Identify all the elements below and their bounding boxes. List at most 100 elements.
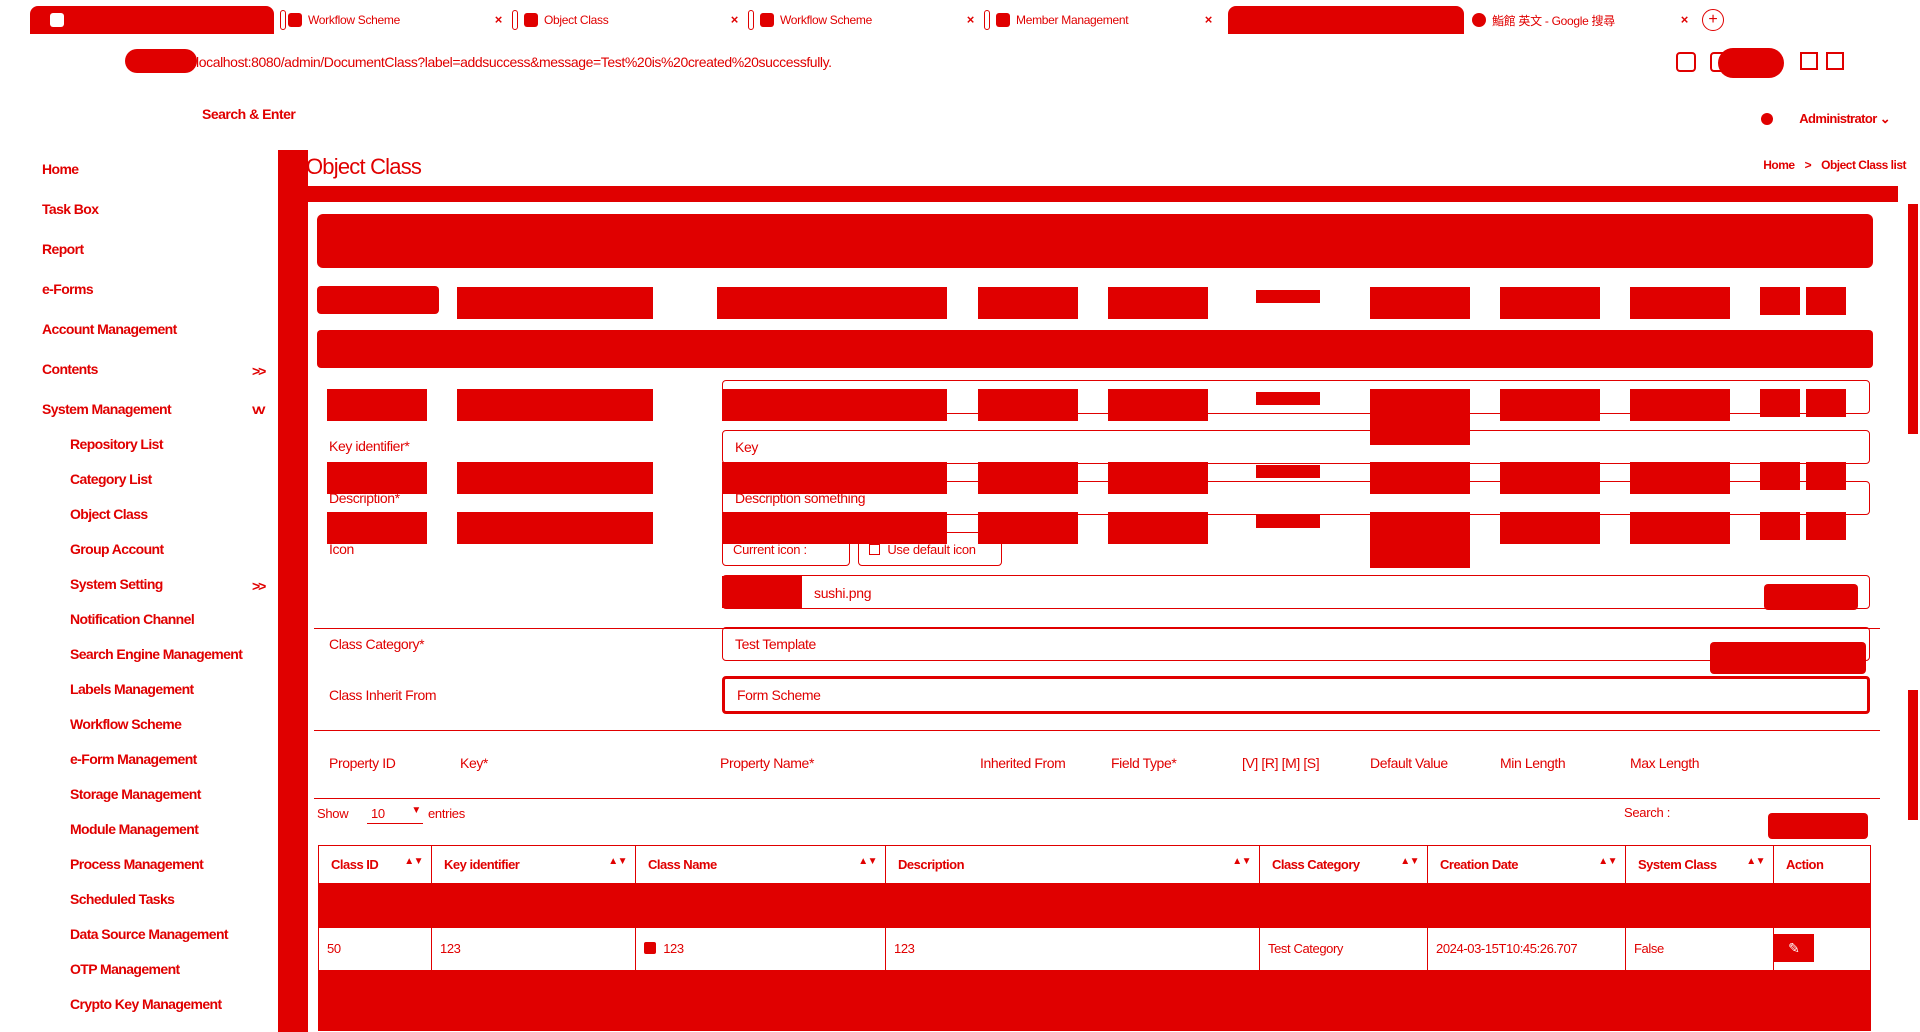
sidebar-item-system-management[interactable]: System Management (42, 401, 172, 417)
sidebar-subitem-workflow-scheme[interactable]: Workflow Scheme (70, 716, 182, 732)
edit-button[interactable]: ✎ (1774, 934, 1814, 962)
cell-class-id: 50 (327, 941, 341, 956)
browser-tab[interactable]: Object Class × (524, 6, 744, 34)
table-header: Class ID ▲▼ Key identifier ▲▼ Class Name ▲▼… (319, 846, 1870, 884)
sidebar-subitem-scheduled-tasks[interactable]: Scheduled Tasks (70, 891, 175, 907)
sidebar-subitem-group-account[interactable]: Group Account (70, 541, 164, 557)
table-row[interactable]: 50 123 123 123 Test Category 2024-03-15T… (319, 928, 1870, 970)
browser-tab[interactable] (30, 6, 274, 34)
cell-system-class: False (1625, 928, 1773, 970)
use-default-icon-option[interactable]: Use default icon (858, 532, 1002, 566)
chevron-right-icon[interactable]: >> (252, 578, 266, 594)
sidebar-subitem-otp[interactable]: OTP Management (70, 961, 180, 977)
close-icon[interactable]: × (1205, 12, 1213, 27)
window-close-icon[interactable] (1826, 52, 1844, 70)
sidebar-item-e-forms[interactable]: e-Forms (42, 281, 94, 297)
file-input[interactable] (722, 575, 1870, 609)
global-search[interactable]: Search & Enter (202, 106, 296, 122)
extension-icon[interactable] (1676, 52, 1696, 72)
current-icon-box: Current icon : (722, 532, 850, 566)
redacted-field[interactable] (722, 380, 1870, 414)
google-icon (1472, 13, 1486, 27)
browser-tab[interactable]: Workflow Scheme × (288, 6, 508, 34)
column-class-name[interactable]: Class Name ▲▼ (635, 846, 885, 884)
close-icon[interactable]: × (1681, 12, 1689, 27)
sidebar-subitem-process[interactable]: Process Management (70, 856, 204, 872)
file-name: sushi.png (814, 585, 872, 601)
sidebar-subitem-category-list[interactable]: Category List (70, 471, 152, 487)
redacted-banner (317, 214, 1873, 268)
sort-icon: ▲▼ (608, 856, 627, 867)
sidebar-item-contents[interactable]: Contents (42, 361, 98, 377)
description-input[interactable]: Description something (722, 481, 1870, 515)
browser-tab[interactable]: Workflow Scheme × (760, 6, 980, 34)
redacted-block (457, 512, 653, 544)
sidebar-subitem-e-form-management[interactable]: e-Form Management (70, 751, 197, 767)
sidebar-item-home[interactable]: Home (42, 161, 79, 177)
class-inherit-select[interactable]: Form Scheme (722, 676, 1870, 714)
close-icon[interactable]: × (495, 12, 503, 27)
column-key-identifier[interactable]: Key identifier ▲▼ (431, 846, 635, 884)
scrollbar[interactable] (1908, 690, 1918, 820)
sidebar-subitem-storage[interactable]: Storage Management (70, 786, 201, 802)
sidebar-item-task-box[interactable]: Task Box (42, 201, 99, 217)
chevron-right-icon[interactable]: >> (252, 363, 266, 379)
sidebar-subitem-search-engine[interactable]: Search Engine Management (70, 646, 243, 662)
sidebar-subitem-notification-channel[interactable]: Notification Channel (70, 611, 195, 627)
show-label: Show (317, 806, 349, 821)
page-title: Object Class (306, 154, 422, 179)
divider (314, 798, 1880, 799)
page-icon (760, 13, 774, 27)
sidebar-item-account-management[interactable]: Account Management (42, 321, 177, 337)
column-label: Creation Date (1440, 857, 1519, 872)
sidebar-subitem-data-source[interactable]: Data Source Management (70, 926, 229, 942)
description-label: Description* (329, 490, 400, 506)
redacted-block (1256, 515, 1320, 528)
close-icon[interactable]: × (967, 12, 975, 27)
choose-file-button[interactable] (722, 576, 802, 608)
window-restore-icon[interactable] (1800, 52, 1818, 70)
header-divider (308, 186, 1898, 202)
column-label: Key identifier (444, 857, 520, 872)
redacted-block (1370, 512, 1470, 568)
column-description[interactable]: Description ▲▼ (885, 846, 1259, 884)
sort-icon: ▲▼ (404, 856, 423, 867)
upload-button[interactable] (1764, 584, 1858, 610)
sidebar-subitem-crypto-key[interactable]: Crypto Key Management (70, 996, 222, 1012)
column-class-category[interactable]: Class Category ▲▼ (1259, 846, 1427, 884)
breadcrumb-home[interactable]: Home (1763, 158, 1795, 172)
redacted-block (1108, 512, 1208, 544)
key-identifier-input[interactable]: Key (722, 430, 1870, 464)
column-creation-date[interactable]: Creation Date ▲▼ (1427, 846, 1625, 884)
sidebar-subitem-labels[interactable]: Labels Management (70, 681, 194, 697)
site-info-icon[interactable] (125, 49, 197, 73)
scrollbar[interactable] (1908, 204, 1918, 434)
browser-tab[interactable]: Member Management × (996, 6, 1218, 34)
breadcrumb: Home > Object Class list (1763, 158, 1906, 172)
profile-button[interactable] (1718, 48, 1784, 78)
search-input[interactable] (1768, 813, 1868, 839)
current-icon-label: Current icon : (733, 542, 807, 557)
class-icon (644, 942, 656, 954)
close-icon[interactable]: × (731, 12, 739, 27)
sidebar-subitem-object-class[interactable]: Object Class (70, 506, 148, 522)
chevron-down-icon[interactable]: vv (252, 401, 266, 417)
checkbox[interactable] (869, 544, 880, 555)
user-menu[interactable]: Administrator ⌄ (1799, 111, 1890, 127)
redacted-block (1630, 287, 1730, 319)
new-tab-button[interactable]: + (1702, 9, 1724, 31)
sort-icon: ▲▼ (1746, 856, 1765, 867)
class-category-select[interactable]: Test Template (722, 627, 1870, 661)
page-size-select[interactable]: 10 ▼ (367, 802, 423, 824)
sidebar-subitem-module[interactable]: Module Management (70, 821, 199, 837)
notification-icon[interactable] (1761, 113, 1774, 125)
column-system-class[interactable]: System Class ▲▼ (1625, 846, 1773, 884)
sidebar-subitem-system-setting[interactable]: System Setting (70, 576, 163, 592)
browser-tab[interactable] (1228, 6, 1464, 34)
sidebar-subitem-repository-list[interactable]: Repository List (70, 436, 164, 452)
column-class-id[interactable]: Class ID ▲▼ (319, 846, 431, 884)
sidebar-item-report[interactable]: Report (42, 241, 84, 257)
redacted-button[interactable] (1710, 642, 1866, 674)
browser-tab[interactable]: 鮨館 英文 - Google 搜尋 × (1472, 6, 1694, 34)
url-text[interactable]: localhost:8080/admin/DocumentClass?label… (196, 54, 832, 70)
